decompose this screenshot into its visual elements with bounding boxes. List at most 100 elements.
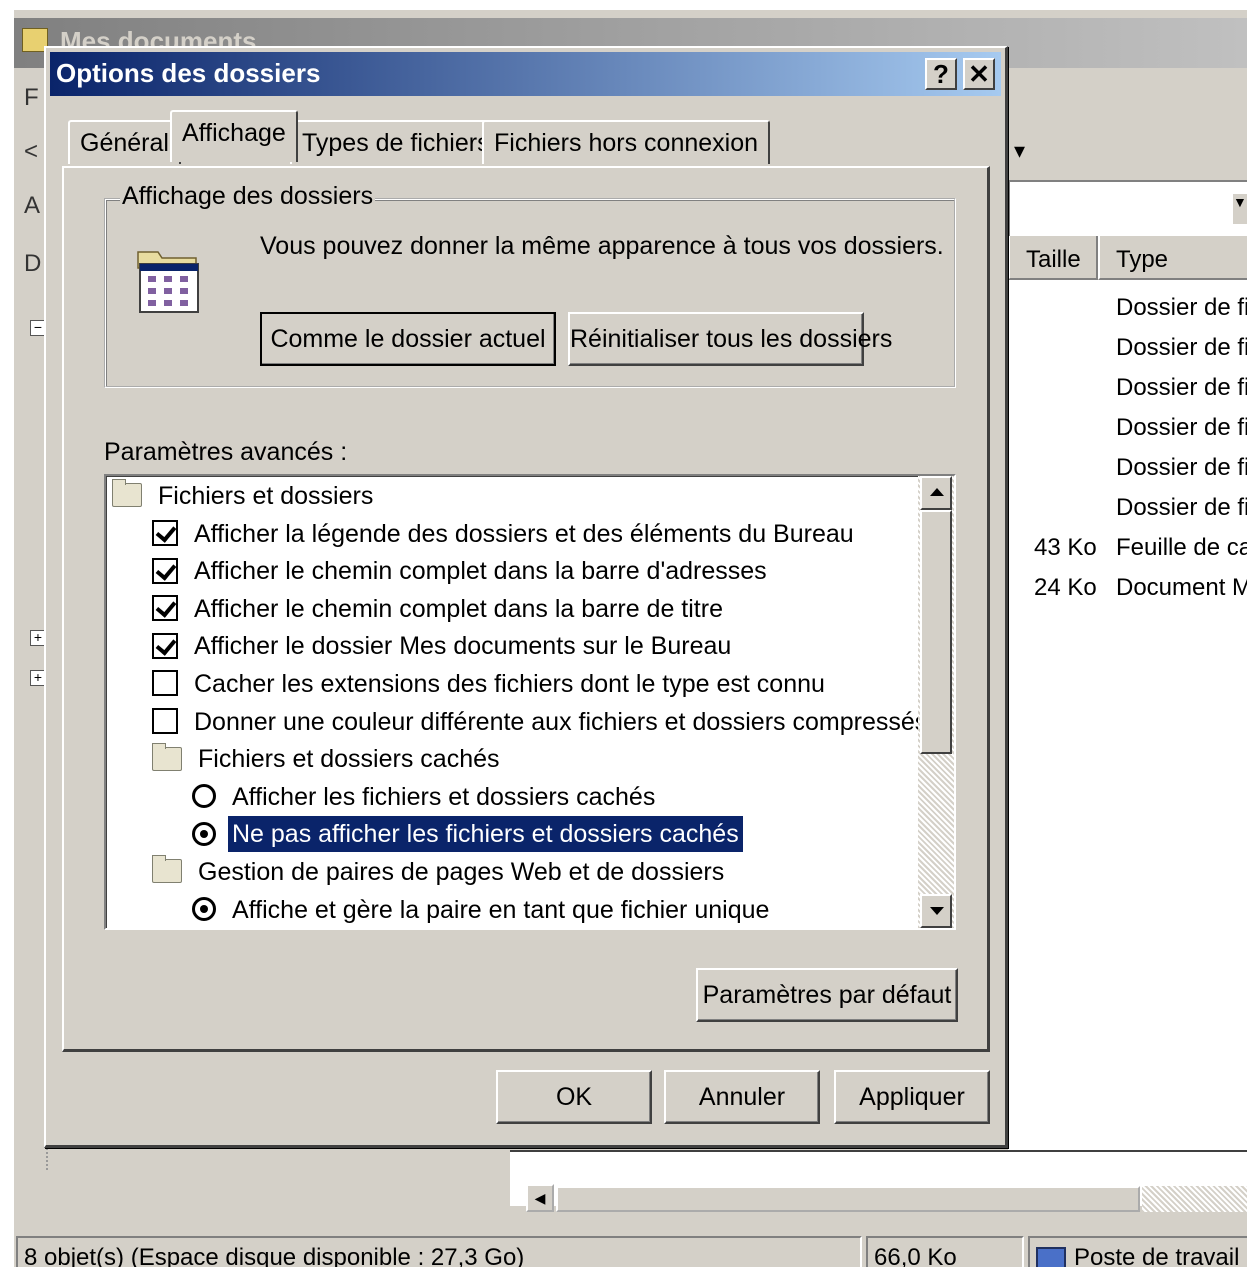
like-current-folder-button[interactable]: Comme le dossier actuel: [260, 312, 556, 366]
address-edge-text: A: [24, 192, 41, 219]
dialog-titlebar[interactable]: Options des dossiers ? ✕: [50, 52, 1001, 96]
scroll-thumb[interactable]: [920, 510, 952, 754]
setting-checkbox-row[interactable]: Afficher la légende des dossiers et des …: [152, 516, 858, 552]
file-type: Document Mi: [1116, 574, 1247, 601]
setting-label: Afficher le dossier Mes documents sur le…: [194, 632, 732, 661]
ok-button[interactable]: OK: [496, 1070, 652, 1124]
file-type: Dossier de fic: [1116, 414, 1247, 441]
file-type: Dossier de fic: [1116, 454, 1247, 481]
folder-icon: [112, 479, 142, 508]
file-row[interactable]: Dossier de fic: [1008, 454, 1247, 494]
setting-radio-row[interactable]: Afficher les fichiers et dossiers cachés: [192, 779, 659, 815]
scroll-thumb[interactable]: [556, 1186, 1140, 1212]
file-row[interactable]: 43 Ko Feuille de cal: [1008, 534, 1247, 574]
setting-label: Ne pas afficher les fichiers et dossiers…: [227, 815, 744, 854]
scroll-down-button[interactable]: [920, 894, 952, 928]
setting-checkbox-row[interactable]: Cacher les extensions des fichiers dont …: [152, 666, 829, 702]
address-field[interactable]: ▼: [1008, 180, 1247, 238]
file-list: Dossier de fic Dossier de fic Dossier de f…: [1008, 280, 1247, 1150]
folder-view-icon: [137, 251, 199, 313]
column-size[interactable]: Taille: [1008, 236, 1098, 280]
tab-offline[interactable]: Fichiers hors connexion: [482, 120, 771, 164]
list-header: Taille Type: [1008, 236, 1247, 280]
settings-group: Fichiers et dossiers cachés: [152, 741, 504, 777]
setting-label: Cacher les extensions des fichiers dont …: [194, 670, 825, 698]
settings-group: Fichiers et dossiers: [112, 478, 377, 514]
checkbox[interactable]: [152, 632, 178, 659]
help-button[interactable]: ?: [925, 58, 957, 90]
radio-button[interactable]: [192, 821, 216, 846]
setting-label: Afficher le chemin complet dans la barre…: [194, 594, 723, 623]
setting-label: Afficher le chemin complet dans la barre…: [194, 557, 767, 586]
advanced-settings-tree[interactable]: Fichiers et dossiers Afficher la légende …: [104, 474, 956, 930]
checkbox[interactable]: [152, 595, 178, 622]
tab-general[interactable]: Général: [68, 120, 181, 164]
setting-label: Gestion de paires de pages Web et de dos…: [198, 858, 725, 886]
dialog-title: Options des dossiers: [56, 58, 321, 88]
apply-button[interactable]: Appliquer: [834, 1070, 990, 1124]
tab-page-affichage: Affichage des dossiers Vous pouvez donne…: [62, 166, 990, 1052]
setting-radio-row[interactable]: Ne pas afficher les fichiers et dossiers…: [192, 815, 744, 854]
reset-all-folders-button[interactable]: Réinitialiser tous les dossiers: [568, 312, 892, 366]
setting-checkbox-row[interactable]: Afficher le chemin complet dans la barre…: [152, 591, 727, 627]
checkbox[interactable]: [152, 670, 178, 697]
scroll-up-button[interactable]: [920, 476, 952, 510]
folder-view-legend: Affichage des dossiers: [120, 182, 376, 211]
status-bar: 8 objet(s) (Espace disque disponible : 2…: [14, 1234, 1247, 1267]
file-row[interactable]: Dossier de fic: [1008, 414, 1247, 454]
setting-checkbox-row[interactable]: Afficher le dossier Mes documents sur le…: [152, 628, 735, 664]
folder-options-dialog: Options des dossiers ? ✕ Général Afficha…: [44, 46, 1008, 1148]
file-row[interactable]: Dossier de fic: [1008, 374, 1247, 414]
setting-label: Afficher la légende des dossiers et des …: [194, 519, 854, 548]
file-type: Dossier de fic: [1116, 334, 1247, 361]
advanced-settings-label: Paramètres avancés :: [104, 438, 348, 466]
checkbox[interactable]: [152, 519, 178, 546]
column-type[interactable]: Type: [1098, 236, 1247, 280]
scroll-left-icon[interactable]: ◀: [526, 1184, 554, 1212]
status-location-label: Poste de travail: [1074, 1244, 1240, 1267]
horizontal-scrollbar[interactable]: ◀: [510, 1150, 1247, 1212]
folder-icon: [152, 742, 182, 771]
folder-icon: [152, 855, 182, 884]
checkbox[interactable]: [152, 707, 178, 734]
file-row[interactable]: 24 Ko Document Mi: [1008, 574, 1247, 614]
radio-button[interactable]: [192, 896, 216, 921]
file-size: 24 Ko: [1034, 574, 1097, 601]
arrow-up-icon: [930, 488, 944, 496]
file-type: Feuille de cal: [1116, 534, 1247, 561]
file-size: 43 Ko: [1034, 534, 1097, 561]
cancel-button[interactable]: Annuler: [664, 1070, 820, 1124]
setting-label: Fichiers et dossiers cachés: [198, 745, 500, 774]
computer-icon: [1036, 1246, 1066, 1267]
radio-button[interactable]: [192, 784, 216, 809]
setting-label: Afficher les fichiers et dossiers cachés: [232, 782, 656, 811]
file-row[interactable]: Dossier de fic: [1008, 294, 1247, 334]
setting-checkbox-row[interactable]: Afficher le chemin complet dans la barre…: [152, 553, 771, 589]
file-row[interactable]: Dossier de fic: [1008, 494, 1247, 534]
checkbox[interactable]: [152, 557, 178, 584]
tab-affichage[interactable]: Affichage: [170, 110, 298, 162]
folder-view-group: Affichage des dossiers Vous pouvez donne…: [104, 182, 956, 388]
vertical-scrollbar[interactable]: [918, 476, 954, 928]
menu-edge-text[interactable]: F: [24, 84, 39, 112]
views-dropdown-icon[interactable]: ▾: [1014, 138, 1025, 164]
file-type: Dossier de fic: [1116, 374, 1247, 401]
setting-label: Donner une couleur différente aux fichie…: [194, 707, 928, 736]
file-row[interactable]: Dossier de fic: [1008, 334, 1247, 374]
restore-defaults-button[interactable]: Paramètres par défaut: [696, 968, 958, 1022]
folder-view-description: Vous pouvez donner la même apparence à t…: [260, 232, 944, 260]
setting-checkbox-row[interactable]: Donner une couleur différente aux fichie…: [152, 704, 931, 740]
status-size: 66,0 Ko: [866, 1236, 1024, 1267]
file-type: Dossier de fic: [1116, 294, 1247, 321]
file-type: Dossier de fic: [1116, 494, 1247, 521]
settings-group: Gestion de paires de pages Web et de dos…: [152, 854, 728, 890]
chevron-down-icon[interactable]: ▼: [1233, 194, 1247, 224]
status-location: Poste de travail: [1028, 1236, 1247, 1267]
close-button[interactable]: ✕: [963, 58, 995, 90]
setting-label: Fichiers et dossiers: [158, 482, 374, 510]
setting-radio-row[interactable]: Affiche et gère la paire en tant que fic…: [192, 892, 773, 928]
tab-types[interactable]: Types de fichiers: [290, 120, 502, 164]
setting-label: Affiche et gère la paire en tant que fic…: [232, 895, 770, 924]
back-edge-text[interactable]: <: [24, 138, 38, 166]
scroll-track[interactable]: [1142, 1186, 1247, 1212]
